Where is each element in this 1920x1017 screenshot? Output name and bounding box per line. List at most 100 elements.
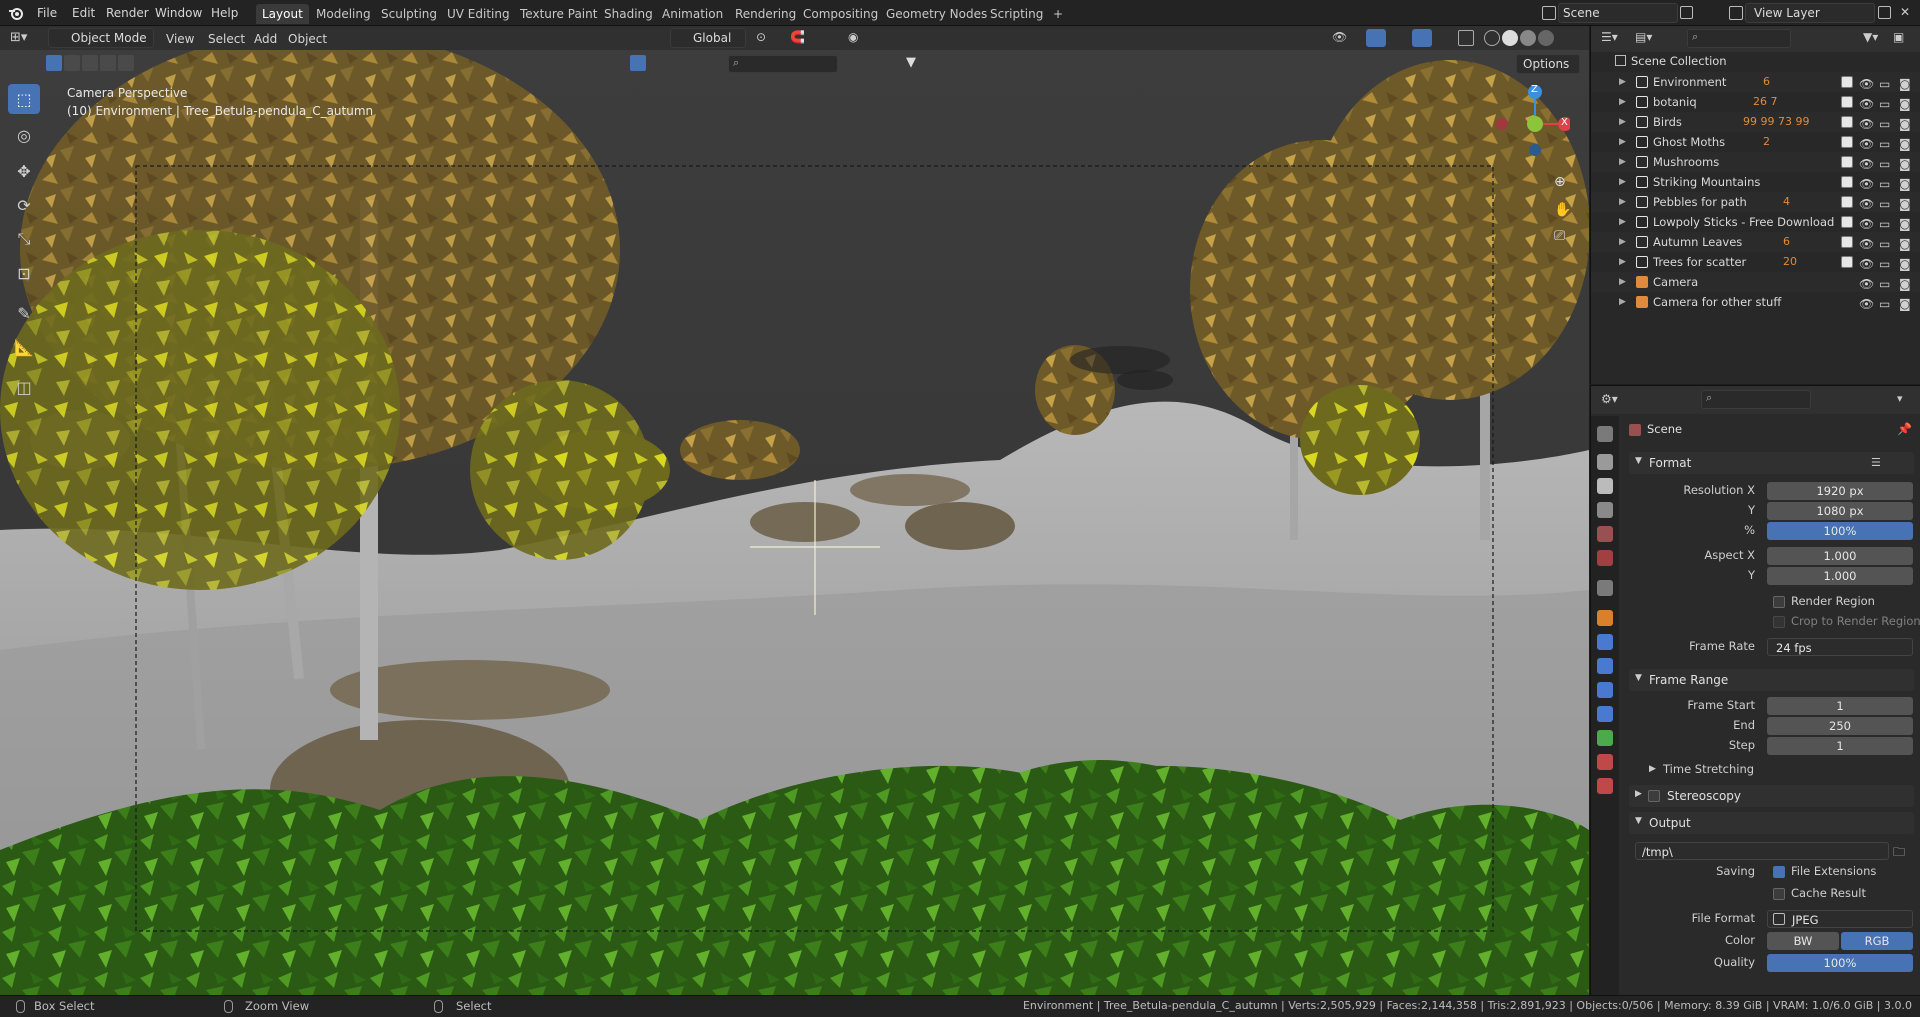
outliner-row[interactable]: ▶ Trees for scatter 20 👁 ▭ ◙ xyxy=(1591,252,1920,272)
mode-selector[interactable]: Object Mode xyxy=(48,28,154,48)
physics-tab-icon[interactable] xyxy=(1597,682,1613,698)
eye-icon[interactable]: 👁 xyxy=(1859,94,1874,114)
cursor-tool-icon[interactable]: ◎ xyxy=(8,120,40,150)
3d-viewport[interactable]: Camera Perspective (10) Environment | Tr… xyxy=(0,50,1589,995)
eye-icon[interactable]: 👁 xyxy=(1859,234,1874,254)
outliner-row[interactable]: ▶ Lowpoly Sticks - Free Download 👁 ▭ ◙ xyxy=(1591,212,1920,232)
exclude-checkbox[interactable] xyxy=(1841,196,1853,208)
render-disable-icon[interactable]: ◙ xyxy=(1899,214,1911,234)
render-disable-icon[interactable]: ◙ xyxy=(1899,254,1911,274)
stereoscopy-panel-header[interactable]: Stereoscopy xyxy=(1629,785,1914,807)
scene-selector[interactable]: Scene xyxy=(1558,3,1678,23)
properties-options-icon[interactable]: ▾ xyxy=(1897,392,1903,405)
select-box-tool-icon[interactable]: ⬚ xyxy=(8,84,40,114)
render-disable-icon[interactable]: ◙ xyxy=(1899,94,1911,114)
scene-icon[interactable] xyxy=(1542,6,1556,20)
expand-arrow-icon[interactable]: ▶ xyxy=(1619,292,1626,312)
collection-tab-icon[interactable] xyxy=(1597,580,1613,596)
move-tool-icon[interactable]: ✥ xyxy=(8,156,40,186)
menu-view[interactable]: View xyxy=(166,30,194,48)
color-rgb-button[interactable]: RGB xyxy=(1841,932,1913,950)
eye-icon[interactable]: 👁 xyxy=(1859,214,1874,234)
frame-range-panel-header[interactable]: Frame Range xyxy=(1629,669,1914,691)
resolution-y-field[interactable]: 1080 px xyxy=(1767,502,1913,520)
expand-arrow-icon[interactable]: ▶ xyxy=(1619,272,1626,292)
tab-scripting[interactable]: Scripting xyxy=(984,4,1049,24)
particles-tab-icon[interactable] xyxy=(1597,658,1613,674)
expand-arrow-icon[interactable]: ▶ xyxy=(1619,232,1626,252)
tab-modeling[interactable]: Modeling xyxy=(310,4,377,24)
render-region-checkbox[interactable] xyxy=(1773,596,1785,608)
new-collection-icon[interactable]: ▣ xyxy=(1893,30,1904,44)
menu-window[interactable]: Window xyxy=(151,4,206,22)
tab-texture-paint[interactable]: Texture Paint xyxy=(514,4,603,24)
scene-tab-icon[interactable] xyxy=(1597,526,1613,542)
navigation-gizmo[interactable]: Z X xyxy=(1490,70,1572,170)
crop-region-checkbox[interactable] xyxy=(1773,616,1785,628)
expand-arrow-icon[interactable]: ▶ xyxy=(1619,192,1626,212)
eye-icon[interactable]: 👁 xyxy=(1859,154,1874,174)
folder-icon[interactable]: 🗀 xyxy=(1893,843,1909,859)
new-scene-icon[interactable] xyxy=(1680,6,1693,19)
stereoscopy-checkbox[interactable] xyxy=(1648,790,1660,802)
select-mode-extend-icon[interactable] xyxy=(64,55,80,71)
material-shading-icon[interactable] xyxy=(1520,30,1536,46)
menu-edit[interactable]: Edit xyxy=(68,4,99,22)
viewport-disable-icon[interactable]: ▭ xyxy=(1879,274,1890,294)
outliner-row[interactable]: ▶ Birds 99 99 73 99 👁 ▭ ◙ xyxy=(1591,112,1920,132)
exclude-checkbox[interactable] xyxy=(1841,216,1853,228)
outliner-row[interactable]: ▶ Environment 6 👁 ▭ ◙ xyxy=(1591,72,1920,92)
viewport-disable-icon[interactable]: ▭ xyxy=(1879,154,1890,174)
outliner-filter-icon[interactable]: ▼▾ xyxy=(1863,30,1878,44)
viewport-disable-icon[interactable]: ▭ xyxy=(1879,94,1890,114)
zoom-icon[interactable]: ⊕ xyxy=(1554,174,1572,192)
xray-icon[interactable] xyxy=(1458,30,1474,46)
time-stretching-subpanel[interactable]: Time Stretching xyxy=(1663,762,1754,776)
aspect-y-field[interactable]: 1.000 xyxy=(1767,567,1913,585)
render-disable-icon[interactable]: ◙ xyxy=(1899,174,1911,194)
outliner-row[interactable]: ▶ Autumn Leaves 6 👁 ▭ ◙ xyxy=(1591,232,1920,252)
eye-icon[interactable]: 👁 xyxy=(1859,254,1874,274)
expand-arrow-icon[interactable]: ▶ xyxy=(1619,152,1626,172)
outliner-row[interactable]: ▶ Mushrooms 👁 ▭ ◙ xyxy=(1591,152,1920,172)
render-disable-icon[interactable]: ◙ xyxy=(1899,154,1911,174)
expand-arrow-icon[interactable]: ▶ xyxy=(1619,212,1626,232)
viewport-disable-icon[interactable]: ▭ xyxy=(1879,214,1890,234)
eye-icon[interactable]: 👁 xyxy=(1859,134,1874,154)
menu-add[interactable]: Add xyxy=(254,30,277,48)
properties-search-input[interactable]: ⌕ xyxy=(1701,390,1811,409)
filter-icon[interactable]: ▼ xyxy=(906,55,936,73)
transform-tool-icon[interactable]: ⊡ xyxy=(8,258,40,288)
tab-shading[interactable]: Shading xyxy=(598,4,659,24)
cache-result-checkbox[interactable] xyxy=(1773,888,1785,900)
exclude-checkbox[interactable] xyxy=(1841,136,1853,148)
exclude-checkbox[interactable] xyxy=(1841,236,1853,248)
eye-icon[interactable]: 👁 xyxy=(1859,74,1874,94)
expand-arrow-icon[interactable]: ▶ xyxy=(1619,112,1626,132)
new-view-layer-icon[interactable] xyxy=(1878,6,1891,19)
expand-arrow-icon[interactable]: ▶ xyxy=(1619,72,1626,92)
view-layer-tab-icon[interactable] xyxy=(1597,502,1613,518)
camera-view-icon[interactable]: ⎚ xyxy=(1554,228,1572,246)
eye-icon[interactable]: 👁 xyxy=(1859,294,1874,314)
aspect-x-field[interactable]: 1.000 xyxy=(1767,547,1913,565)
tab-rendering[interactable]: Rendering xyxy=(729,4,802,24)
expand-arrow-icon[interactable]: ▶ xyxy=(1619,92,1626,112)
tab-geometry-nodes[interactable]: Geometry Nodes xyxy=(880,4,993,24)
resolution-percent-slider[interactable]: 100% xyxy=(1767,522,1913,540)
render-disable-icon[interactable]: ◙ xyxy=(1899,274,1911,294)
overlays-toggle-icon[interactable] xyxy=(1412,29,1432,47)
viewport-disable-icon[interactable]: ▭ xyxy=(1879,294,1890,314)
annotate-tool-icon[interactable]: ✎ xyxy=(8,298,40,328)
exclude-checkbox[interactable] xyxy=(1841,96,1853,108)
material-tab-icon[interactable] xyxy=(1597,754,1613,770)
remove-view-layer-icon[interactable]: ✕ xyxy=(1900,6,1913,19)
eye-icon[interactable]: 👁 xyxy=(1859,174,1874,194)
tab-uv-editing[interactable]: UV Editing xyxy=(441,4,516,24)
tab-animation[interactable]: Animation xyxy=(656,4,729,24)
outliner-row[interactable]: ▶ Pebbles for path 4 👁 ▭ ◙ xyxy=(1591,192,1920,212)
expand-arrow-icon[interactable]: ▶ xyxy=(1619,172,1626,192)
select-mode-new-icon[interactable] xyxy=(46,55,62,71)
tab-sculpting[interactable]: Sculpting xyxy=(375,4,443,24)
scene-collection-label[interactable]: Scene Collection xyxy=(1615,54,1727,68)
